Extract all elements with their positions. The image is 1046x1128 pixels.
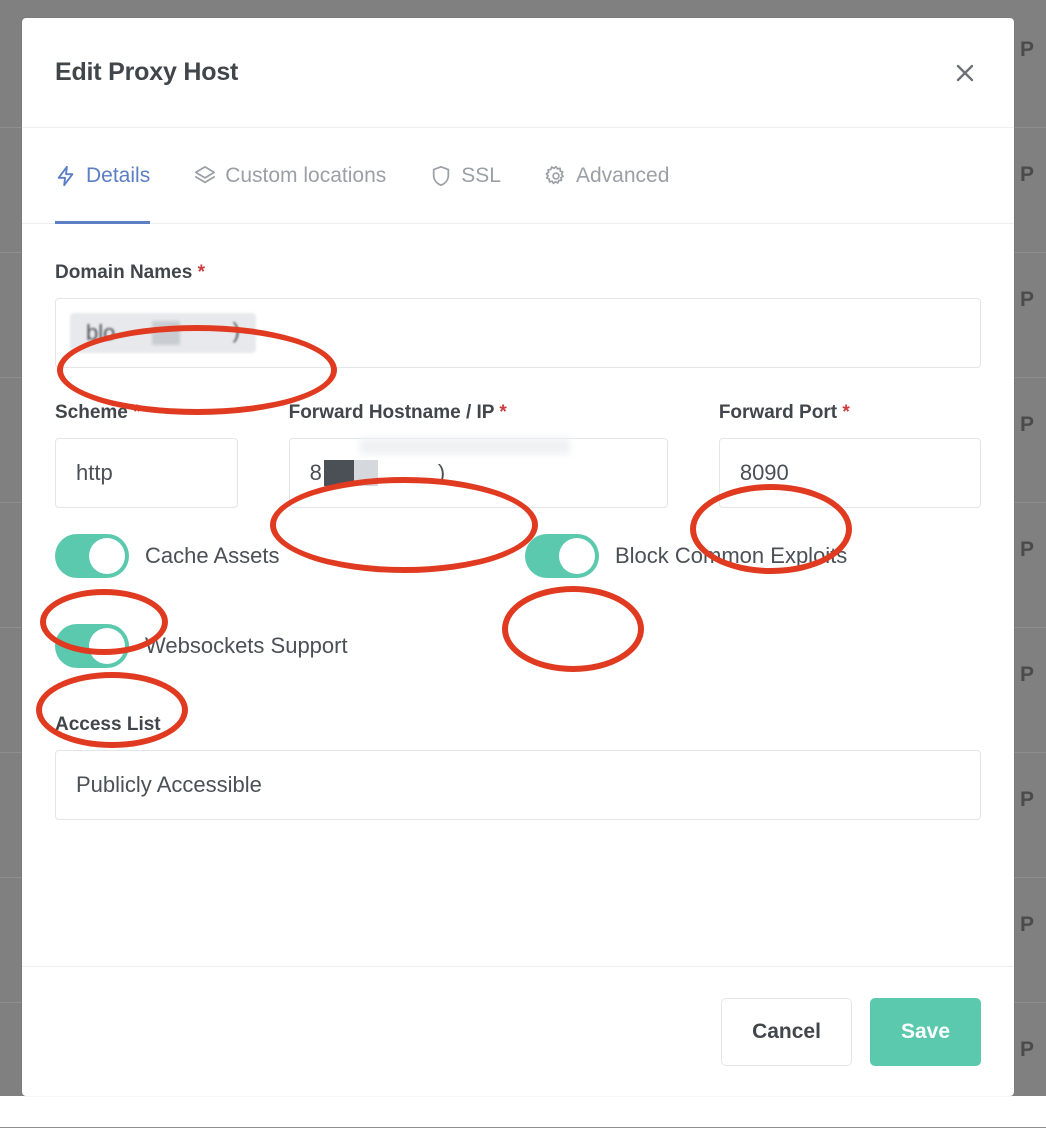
forward-port-input[interactable]: 8090 <box>719 438 981 508</box>
domain-names-tag[interactable]: blo ) <box>70 313 256 353</box>
redaction-block <box>324 460 354 486</box>
forward-hostname-prefix: 8 <box>310 460 322 486</box>
gear-icon <box>545 165 567 187</box>
label-text: Forward Port <box>719 402 837 423</box>
tab-label: Advanced <box>576 164 669 188</box>
forward-hostname-input[interactable]: 8) <box>289 438 668 508</box>
background-row-label: P <box>1020 38 1034 61</box>
access-list-label: Access List <box>55 714 981 736</box>
tab-custom-locations[interactable]: Custom locations <box>172 128 408 224</box>
tab-label: Custom locations <box>225 164 386 188</box>
tab-advanced[interactable]: Advanced <box>523 128 691 224</box>
redaction-block <box>152 321 180 345</box>
connection-fields-row: Scheme * http Forward Hostname / IP * 8) <box>55 402 981 508</box>
background-row-label: P <box>1020 663 1034 686</box>
domain-names-tag-tail: ) <box>233 318 240 344</box>
access-list-field: Access List Publicly Accessible <box>55 714 981 820</box>
cache-assets-label: Cache Assets <box>145 543 280 569</box>
toggle-switch[interactable] <box>525 534 599 578</box>
edit-proxy-host-modal: Edit Proxy Host Details <box>22 18 1014 1096</box>
background-row-label: P <box>1020 413 1034 436</box>
modal-header: Edit Proxy Host <box>22 18 1014 128</box>
forward-hostname-tail: ) <box>438 460 445 486</box>
cancel-button[interactable]: Cancel <box>721 998 852 1066</box>
tab-bar: Details Custom locations SSL <box>22 128 1014 224</box>
tab-label: SSL <box>461 164 501 188</box>
tab-label: Details <box>86 164 150 188</box>
redaction-smudge <box>360 438 570 454</box>
tab-ssl[interactable]: SSL <box>408 128 523 224</box>
toggle-switch[interactable] <box>55 534 129 578</box>
toggle-switch[interactable] <box>55 624 129 668</box>
domain-names-tag-text: blo <box>86 320 115 346</box>
background-row-label: P <box>1020 538 1034 561</box>
forward-port-value: 8090 <box>740 460 789 486</box>
scheme-field: Scheme * http <box>55 402 238 508</box>
background-row-label: P <box>1020 163 1034 186</box>
block-common-exploits-toggle[interactable]: Block Common Exploits <box>525 534 847 578</box>
scheme-input[interactable]: http <box>55 438 238 508</box>
toggle-row-secondary: Websockets Support <box>55 622 981 670</box>
access-list-value: Publicly Accessible <box>76 772 262 798</box>
background-row-label: P <box>1020 1038 1034 1061</box>
scheme-label: Scheme * <box>55 402 238 424</box>
background-row-label: P <box>1020 788 1034 811</box>
page-title: Edit Proxy Host <box>55 58 948 87</box>
modal-body: Domain Names * blo ) Scheme * http <box>22 224 1014 966</box>
access-list-select[interactable]: Publicly Accessible <box>55 750 981 820</box>
tab-details[interactable]: Details <box>55 128 172 224</box>
forward-hostname-field: Forward Hostname / IP * 8) <box>289 402 668 508</box>
scheme-value: http <box>76 460 113 486</box>
forward-port-label: Forward Port * <box>719 402 981 424</box>
background-row-label: P <box>1020 913 1034 936</box>
websockets-support-label: Websockets Support <box>145 633 348 659</box>
forward-hostname-value: 8) <box>310 460 446 486</box>
background-row-label: P <box>1020 288 1034 311</box>
required-marker: * <box>198 262 205 283</box>
domain-names-label: Domain Names * <box>55 262 981 284</box>
domain-names-field: Domain Names * blo ) <box>55 262 981 368</box>
label-text: Forward Hostname / IP <box>289 402 495 423</box>
modal-footer: Cancel Save <box>22 966 1014 1096</box>
layers-icon <box>194 165 216 187</box>
close-icon[interactable] <box>948 56 982 90</box>
label-text: Scheme <box>55 402 128 423</box>
toggle-row-primary: Cache Assets Block Common Exploits <box>55 532 981 580</box>
redaction-block <box>354 460 378 486</box>
label-text: Domain Names <box>55 262 192 283</box>
required-marker: * <box>133 402 140 423</box>
cache-assets-toggle[interactable]: Cache Assets <box>55 534 525 578</box>
domain-names-input[interactable]: blo ) <box>55 298 981 368</box>
bolt-icon <box>55 165 77 187</box>
websockets-support-toggle[interactable]: Websockets Support <box>55 624 348 668</box>
save-button[interactable]: Save <box>870 998 981 1066</box>
block-common-exploits-label: Block Common Exploits <box>615 543 847 569</box>
shield-icon <box>430 165 452 187</box>
forward-hostname-label: Forward Hostname / IP * <box>289 402 668 424</box>
forward-port-field: Forward Port * 8090 <box>719 402 981 508</box>
required-marker: * <box>842 402 849 423</box>
required-marker: * <box>499 402 506 423</box>
